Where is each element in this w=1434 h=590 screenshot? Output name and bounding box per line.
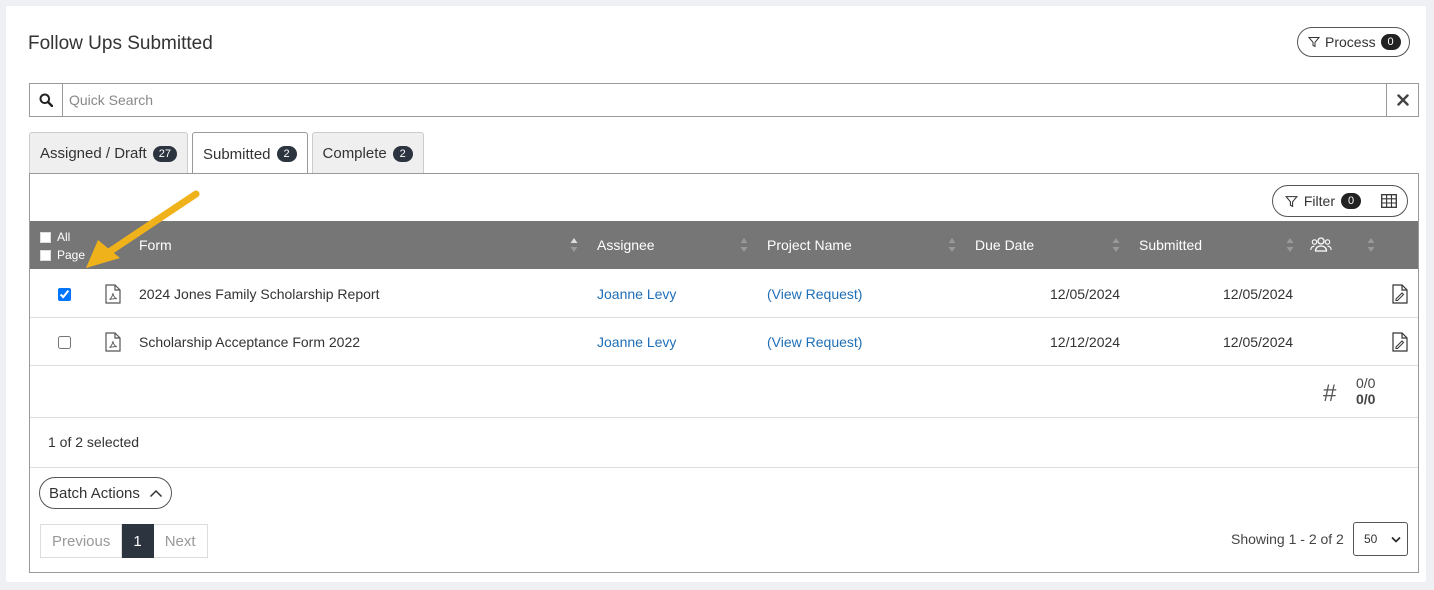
select-all-checkbox[interactable] <box>40 232 51 244</box>
tab-count-badge: 2 <box>392 145 413 162</box>
column-header-project-name[interactable]: Project Name <box>767 221 852 269</box>
per-page-select[interactable]: 50 <box>1353 522 1408 556</box>
filter-count-badge: 0 <box>1341 193 1361 209</box>
sort-icon[interactable] <box>740 236 748 254</box>
column-header-due-date[interactable]: Due Date <box>975 221 1034 269</box>
previous-page-button[interactable]: Previous <box>40 524 123 558</box>
tab-submitted[interactable]: Submitted 2 <box>191 132 308 175</box>
table-row[interactable]: 2024 Jones Family Scholarship Report Joa… <box>30 270 1418 318</box>
main-card: Follow Ups Submitted Process 0 Assigned … <box>6 6 1426 582</box>
funnel-icon <box>1308 37 1320 48</box>
tab-count-badge: 2 <box>276 146 297 162</box>
due-date: 12/05/2024 <box>1050 286 1121 302</box>
results-panel: Filter 0 All Page Form Assignee Project … <box>29 173 1419 573</box>
annotation-arrow-icon <box>86 190 200 268</box>
view-request-link[interactable]: (View Request) <box>767 270 862 318</box>
sort-icon[interactable] <box>570 236 578 254</box>
table-grid-icon[interactable] <box>1381 194 1397 208</box>
page-1-button[interactable]: 1 <box>122 524 154 558</box>
select-all-label: All <box>57 230 71 244</box>
table-header: All Page Form Assignee Project Name Due … <box>30 221 1418 269</box>
tab-assigned-draft[interactable]: Assigned / Draft 27 <box>29 132 188 174</box>
process-button[interactable]: Process 0 <box>1297 27 1410 57</box>
select-page[interactable]: Page <box>40 246 85 264</box>
selection-count: 1 of 2 selected <box>48 434 140 450</box>
filter-label: Filter <box>1303 193 1335 209</box>
pagination: Previous 1 Next <box>40 524 208 558</box>
page-title: Follow Ups Submitted <box>28 33 213 54</box>
tab-count-badge: 27 <box>152 145 177 162</box>
search-input[interactable] <box>63 84 1386 116</box>
table-summary-row: # 0/0 0/0 <box>30 366 1418 418</box>
submitted-date: 12/05/2024 <box>1223 286 1294 302</box>
chevron-down-icon <box>1391 536 1401 543</box>
per-page-value: 50 <box>1364 532 1378 546</box>
batch-actions-button[interactable]: Batch Actions <box>39 477 172 509</box>
assignee-link[interactable]: Joanne Levy <box>597 270 676 318</box>
column-header-assignee[interactable]: Assignee <box>597 221 655 269</box>
clear-search-icon[interactable] <box>1386 84 1418 116</box>
search-icon[interactable] <box>30 84 63 116</box>
due-date: 12/12/2024 <box>1050 334 1121 350</box>
pdf-icon <box>105 318 121 366</box>
column-header-submitted[interactable]: Submitted <box>1139 221 1202 269</box>
row-checkbox[interactable] <box>58 335 71 349</box>
summary-total: 0/0 <box>1356 391 1376 407</box>
sort-icon[interactable] <box>1286 236 1294 254</box>
select-all[interactable]: All <box>40 228 85 246</box>
next-page-button[interactable]: Next <box>153 524 208 558</box>
select-page-label: Page <box>57 248 86 262</box>
selection-row: 1 of 2 selected <box>30 418 1418 468</box>
form-name[interactable]: Scholarship Acceptance Form 2022 <box>139 318 360 366</box>
submitted-date: 12/05/2024 <box>1223 334 1294 350</box>
batch-actions-label: Batch Actions <box>49 484 140 502</box>
tab-complete[interactable]: Complete 2 <box>311 132 424 174</box>
summary-value: 0/0 <box>1356 375 1376 391</box>
hash-icon: # <box>1323 380 1337 407</box>
view-request-link[interactable]: (View Request) <box>767 318 862 366</box>
sort-icon[interactable] <box>1112 236 1120 254</box>
process-count-badge: 0 <box>1380 34 1401 50</box>
funnel-icon <box>1284 195 1298 207</box>
tab-label: Complete <box>322 145 387 162</box>
process-label: Process <box>1325 34 1376 50</box>
users-group-icon[interactable] <box>1310 236 1332 254</box>
filter-button[interactable]: Filter 0 <box>1271 185 1408 217</box>
table-row[interactable]: Scholarship Acceptance Form 2022 Joanne … <box>30 318 1418 366</box>
edit-document-icon[interactable] <box>1392 270 1408 318</box>
chevron-up-icon <box>149 489 162 497</box>
sort-icon[interactable] <box>1367 236 1375 254</box>
row-checkbox[interactable] <box>58 287 71 301</box>
edit-document-icon[interactable] <box>1392 318 1408 366</box>
select-page-checkbox[interactable] <box>40 250 51 262</box>
sort-icon[interactable] <box>948 236 956 254</box>
showing-count: Showing 1 - 2 of 2 <box>1231 531 1344 547</box>
tab-label: Assigned / Draft <box>40 145 147 162</box>
tab-bar: Assigned / Draft 27 Submitted 2 Complete… <box>29 132 424 175</box>
tab-label: Submitted <box>202 145 271 163</box>
search-bar <box>29 83 1419 117</box>
assignee-link[interactable]: Joanne Levy <box>597 318 676 366</box>
